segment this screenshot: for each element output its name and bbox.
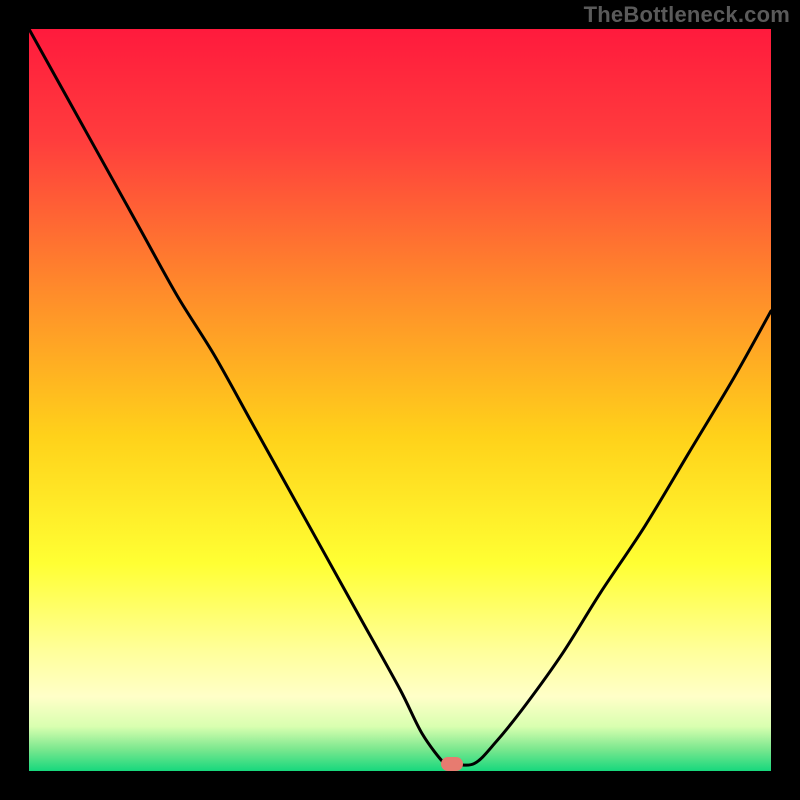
optimal-marker — [441, 757, 463, 771]
plot-area — [29, 29, 771, 771]
figure-frame: TheBottleneck.com — [0, 0, 800, 800]
watermark-text: TheBottleneck.com — [584, 2, 790, 28]
background-gradient — [29, 29, 771, 771]
plot-svg — [29, 29, 771, 771]
